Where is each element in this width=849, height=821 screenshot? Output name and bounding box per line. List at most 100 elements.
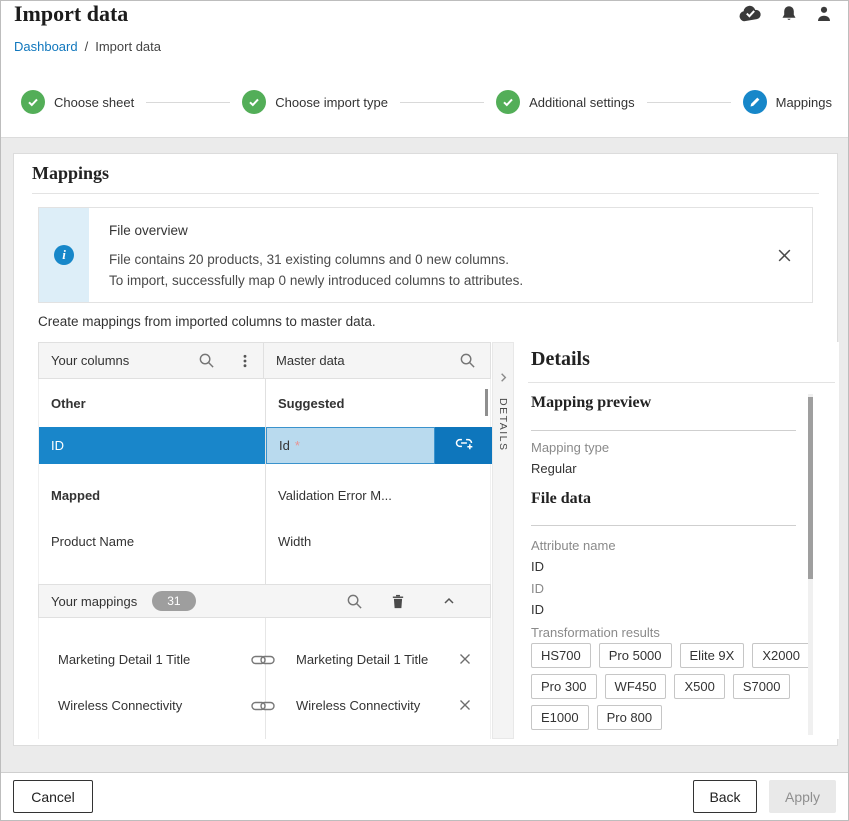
group-header-suggested: Suggested — [278, 396, 344, 411]
page-title: Import data — [14, 1, 128, 27]
master-data-scrollbar[interactable] — [485, 389, 488, 416]
details-collapse-tab[interactable]: DETAILS — [492, 342, 514, 739]
column-row-id-selected[interactable]: ID — [39, 427, 265, 464]
column-row-product-name[interactable]: Product Name — [51, 534, 134, 549]
progress-stepper: Choose sheet Choose import type Addition… — [21, 89, 832, 115]
delete-mappings-icon[interactable] — [390, 593, 406, 610]
search-icon[interactable] — [198, 352, 215, 369]
chevron-right-icon[interactable] — [497, 371, 510, 384]
footer-action-bar: Cancel Back Apply — [1, 772, 848, 820]
attribute-value: ID — [531, 602, 544, 617]
your-mappings-bar[interactable]: Your mappings 31 — [38, 584, 491, 618]
import-data-window: Import data Dashboard / Import data Choo… — [0, 0, 849, 821]
step-choose-sheet[interactable]: Choose sheet — [21, 90, 134, 114]
mapping-type-label: Mapping type — [531, 440, 609, 455]
add-link-icon — [454, 433, 474, 458]
link-toggle-icon[interactable] — [251, 699, 275, 713]
file-data-heading: File data — [531, 490, 591, 508]
apply-button[interactable]: Apply — [769, 780, 836, 813]
details-tab-label: DETAILS — [497, 398, 509, 451]
infobox-line2: To import, successfully map 0 newly intr… — [109, 270, 757, 291]
master-data-label: Master data — [276, 353, 345, 368]
transformation-chip: X2000 — [752, 643, 810, 668]
transformation-chip-row: HS700 Pro 5000 Elite 9X X2000 — [531, 643, 810, 668]
step-complete-check-icon — [242, 90, 266, 114]
search-icon[interactable] — [346, 593, 363, 610]
transformation-chip: E1000 — [531, 705, 589, 730]
master-row-id-suggested[interactable]: Id * — [266, 427, 492, 464]
your-mappings-label: Your mappings — [51, 594, 137, 609]
kebab-menu-icon[interactable] — [237, 353, 253, 369]
search-icon[interactable] — [459, 352, 476, 369]
master-row-validation-error[interactable]: Validation Error M... — [278, 488, 392, 503]
header-icon-bar — [738, 5, 833, 23]
info-icon: i — [54, 245, 74, 265]
step-label: Mappings — [776, 95, 832, 110]
mapping-target: Marketing Detail 1 Title — [296, 652, 428, 667]
mapping-type-value: Regular — [531, 461, 577, 476]
mappings-heading: Mappings — [32, 163, 109, 184]
group-header-mapped: Mapped — [51, 488, 100, 503]
transformation-chip: Pro 5000 — [599, 643, 672, 668]
link-toggle-icon[interactable] — [251, 653, 275, 667]
master-data-header-cell: Master data — [264, 343, 490, 378]
transformation-chip: Elite 9X — [680, 643, 745, 668]
details-title-divider — [528, 382, 835, 383]
transformation-chip: Pro 800 — [597, 705, 663, 730]
mapping-source: Wireless Connectivity — [58, 698, 182, 713]
cancel-button[interactable]: Cancel — [13, 780, 93, 813]
mapping-preview-heading: Mapping preview — [531, 394, 651, 412]
user-profile-icon[interactable] — [815, 5, 833, 23]
remove-mapping-icon[interactable] — [458, 698, 472, 712]
group-header-other: Other — [51, 396, 86, 411]
suggested-attribute[interactable]: Id * — [266, 427, 435, 464]
transformation-chip-row: Pro 300 WF450 X500 S7000 — [531, 674, 790, 699]
step-connector — [647, 102, 731, 103]
details-scrollbar-thumb[interactable] — [808, 397, 813, 579]
breadcrumb-separator: / — [85, 39, 89, 54]
step-current-pencil-icon — [743, 90, 767, 114]
transformation-chip-row: E1000 Pro 800 — [531, 705, 662, 730]
transformation-chip: S7000 — [733, 674, 791, 699]
breadcrumb-dashboard-link[interactable]: Dashboard — [14, 39, 78, 54]
mappings-card: Mappings i File overview File contains 2… — [13, 153, 838, 746]
step-choose-import-type[interactable]: Choose import type — [242, 90, 388, 114]
column-divider — [265, 379, 266, 584]
app-header: Import data Dashboard / Import data Choo… — [1, 1, 848, 138]
step-connector — [400, 102, 484, 103]
master-row-width[interactable]: Width — [278, 534, 311, 549]
infobox-line1: File contains 20 products, 31 existing c… — [109, 249, 757, 270]
infobox-title: File overview — [109, 223, 757, 238]
mapping-row: Wireless Connectivity Wireless Connectiv… — [39, 688, 490, 724]
step-label: Choose sheet — [54, 95, 134, 110]
attribute-name-label: Attribute name — [531, 538, 616, 553]
remove-mapping-icon[interactable] — [458, 652, 472, 666]
your-columns-label: Your columns — [51, 353, 129, 368]
step-additional-settings[interactable]: Additional settings — [496, 90, 635, 114]
mapping-grid: Your columns Master data O — [38, 342, 491, 739]
your-mappings-list: Marketing Detail 1 Title Marketing Detai… — [38, 618, 491, 739]
mapping-target: Wireless Connectivity — [296, 698, 420, 713]
mapping-source: Marketing Detail 1 Title — [58, 652, 190, 667]
infobox-accent-strip: i — [39, 208, 89, 302]
attribute-value: ID — [531, 581, 544, 596]
step-mappings[interactable]: Mappings — [743, 90, 832, 114]
mapping-grid-header: Your columns Master data — [38, 342, 491, 379]
file-overview-infobox: i File overview File contains 20 product… — [38, 207, 813, 303]
mapping-instruction-text: Create mappings from imported columns to… — [38, 314, 376, 329]
infobox-close-icon[interactable] — [777, 248, 792, 263]
breadcrumb-current: Import data — [95, 39, 161, 54]
create-mapping-button[interactable] — [435, 427, 492, 464]
your-columns-header-cell: Your columns — [39, 343, 264, 378]
details-panel: Details Mapping preview Mapping type Reg… — [514, 342, 839, 739]
collapse-chevron-up-icon[interactable] — [442, 594, 456, 608]
cloud-sync-icon[interactable] — [738, 5, 763, 23]
attribute-value: ID — [531, 559, 544, 574]
mapping-row: Marketing Detail 1 Title Marketing Detai… — [39, 642, 490, 678]
back-button[interactable]: Back — [693, 780, 757, 813]
infobox-content: File overview File contains 20 products,… — [89, 208, 777, 302]
notifications-bell-icon[interactable] — [780, 5, 798, 23]
step-label: Choose import type — [275, 95, 388, 110]
step-complete-check-icon — [496, 90, 520, 114]
mapping-grid-body: Other ID Mapped Product Name Suggested I… — [38, 379, 491, 584]
